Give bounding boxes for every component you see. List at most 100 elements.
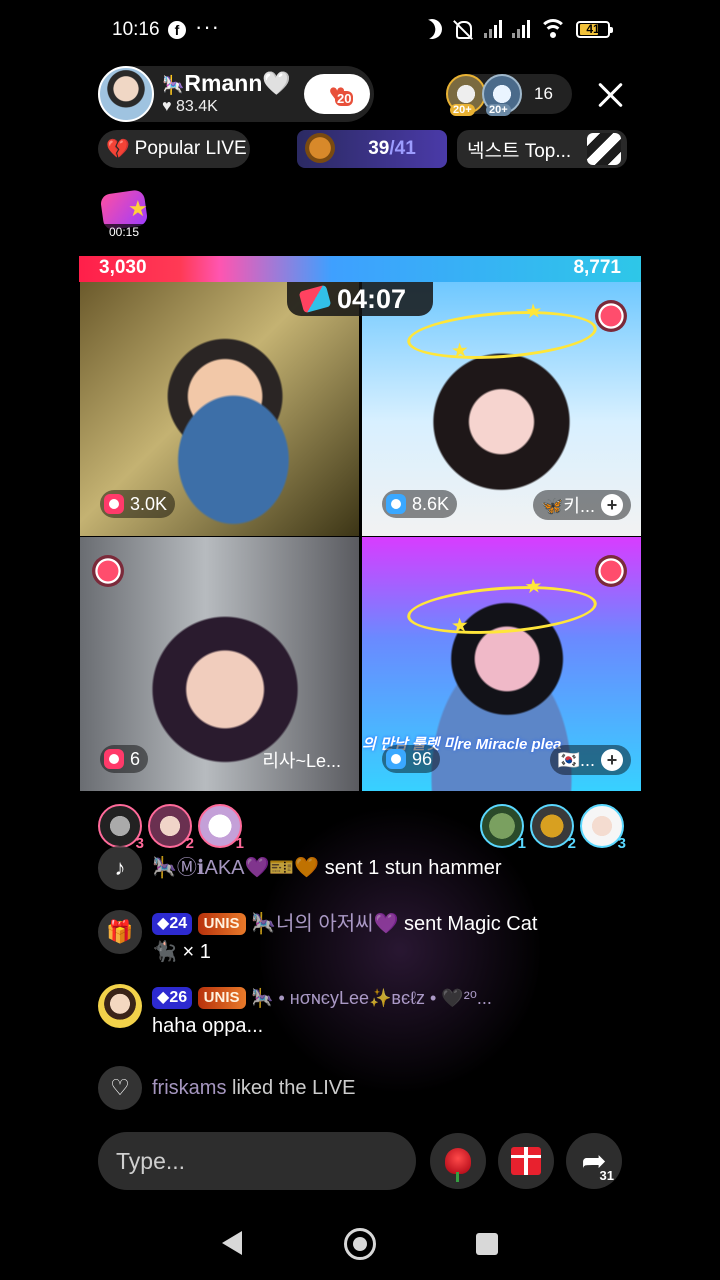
rank-total: /41: [389, 138, 416, 159]
guest-name: 리사~Le...: [262, 751, 341, 771]
signal-icon: [484, 20, 502, 38]
club-badge: UNIS: [197, 913, 246, 935]
top-viewers[interactable]: 20+ 20+ 16: [446, 74, 572, 116]
chat-message[interactable]: ♡ friskams liked the LIVE: [98, 1066, 632, 1110]
host-likes: ♥ 83.4K: [162, 98, 218, 116]
supporter-avatar[interactable]: 2: [530, 804, 576, 852]
level-value: 26: [169, 989, 188, 1006]
rose-gift-button[interactable]: [430, 1133, 486, 1189]
camera-icon: [104, 494, 124, 514]
chat-body: friskams liked the LIVE: [152, 1066, 632, 1110]
guest-tile-3[interactable]: 6 리사~Le...: [80, 537, 359, 791]
chat-message[interactable]: 🎁 ◆24 UNIS 🎠너의 아저씨💜 sent Magic Cat 🐈‍⬛ ×…: [98, 910, 632, 966]
chat-username[interactable]: 🎠너의 아저씨💜: [251, 913, 398, 935]
close-icon[interactable]: [594, 79, 626, 111]
boost-icon[interactable]: [595, 300, 627, 332]
popular-live-chip[interactable]: 💔 Popular LIVE: [98, 130, 250, 168]
recent-apps-icon[interactable]: [476, 1233, 498, 1255]
rank-chip[interactable]: 39/41: [297, 130, 447, 168]
chat-text: liked the LIVE: [232, 1077, 356, 1099]
battle-timer-text: 04:07: [337, 283, 407, 314]
chat-body: 🎠ⓂℹAKA💜🎫🧡 sent 1 stun hammer: [152, 846, 632, 890]
next-top-chip[interactable]: 넥스트 Top...: [457, 130, 627, 168]
guest-tile-2[interactable]: 8.6K 🦋키... +: [362, 282, 641, 536]
guest-tile-1[interactable]: 3.0K: [80, 282, 359, 536]
level-badge: ◆24: [152, 913, 193, 935]
add-guest-icon[interactable]: +: [601, 494, 623, 516]
viewer-badge: 20+: [450, 104, 475, 116]
tile-stat-value: 3.0K: [130, 493, 168, 514]
gift-timer-text: 00:15: [98, 224, 150, 240]
rank-current: 39: [368, 138, 390, 159]
follow-badge: 20: [335, 91, 354, 106]
gift-quantity: × 1: [182, 941, 211, 963]
more-dots-icon: ···: [195, 14, 220, 39]
camera-icon: [386, 749, 406, 769]
camera-icon: [386, 494, 406, 514]
add-guest-icon[interactable]: +: [601, 749, 623, 771]
tile-stat: 6: [100, 745, 149, 773]
guest-tile-4[interactable]: 의 만남 룰렛 미re Miracle plea 96 🇰🇷...+: [362, 537, 641, 791]
halo-effect: [405, 580, 599, 640]
wifi-icon: [540, 19, 566, 39]
lion-rank-icon: [305, 133, 335, 163]
supporter-avatar[interactable]: 2: [148, 804, 194, 852]
host-info[interactable]: 🎠Rmann🤍 ♥ 83.4K ♥20: [98, 66, 374, 122]
viewer-avatar[interactable]: 20+: [482, 74, 522, 116]
viewer-count: 16: [534, 84, 553, 103]
facebook-icon: f: [168, 21, 186, 39]
chat-username[interactable]: 🎠ⓂℹAKA💜🎫🧡: [152, 857, 319, 879]
chat-message[interactable]: ♪ 🎠ⓂℹAKA💜🎫🧡 sent 1 stun hammer: [98, 846, 632, 890]
tile-stat-value: 6: [130, 748, 141, 769]
chat-body: ◆24 UNIS 🎠너의 아저씨💜 sent Magic Cat 🐈‍⬛ × 1: [152, 910, 632, 966]
tile-stat: 8.6K: [382, 490, 458, 518]
viewer-avatar[interactable]: 20+: [446, 74, 486, 116]
gift-button[interactable]: [498, 1133, 554, 1189]
host-name-row: 🎠Rmann🤍: [162, 70, 291, 97]
chat-body: ◆26 UNIS 🎠 • нσɴєуLee✨вєℓz • 🖤²⁰... haha…: [152, 984, 652, 1040]
supporter-avatar[interactable]: 1: [198, 804, 244, 852]
white-heart-icon: 🤍: [262, 70, 292, 96]
right-team-score: 8,771: [573, 257, 621, 278]
share-button[interactable]: ➦ 31: [566, 1133, 622, 1189]
status-bar: 10:16 f ··· 41: [0, 0, 720, 62]
boost-icon[interactable]: [595, 555, 627, 587]
magic-cat-icon: 🐈‍⬛: [152, 941, 183, 963]
follow-button[interactable]: ♥20: [304, 74, 370, 114]
next-top-label: 넥스트 Top...: [467, 140, 572, 162]
gift-timer[interactable]: ★ 00:15: [98, 189, 154, 240]
supporter-avatar[interactable]: 3: [580, 804, 626, 852]
gift-box-icon: [511, 1147, 541, 1175]
host-likes-count: 83.4K: [175, 98, 218, 115]
level-badge: ◆26: [152, 987, 193, 1009]
halo-effect: [405, 305, 599, 365]
fan-heart-icon: ♥20: [322, 80, 354, 108]
camera-icon: [104, 749, 124, 769]
chat-username[interactable]: 🎠 • нσɴєуLee✨вєℓz • 🖤²⁰...: [251, 988, 492, 1008]
guest-name: 🇰🇷...: [557, 749, 595, 770]
boost-icon[interactable]: [92, 555, 124, 587]
status-time: 10:16: [112, 19, 160, 40]
guest-name-tag[interactable]: 🇰🇷... +: [549, 745, 631, 775]
chat-username[interactable]: friskams: [152, 1077, 226, 1099]
chat-message[interactable]: ◆26 UNIS 🎠 • нσɴєуLee✨вєℓz • 🖤²⁰... haha…: [98, 984, 652, 1040]
supporter-avatar[interactable]: 1: [480, 804, 526, 852]
chat-text: sent Magic Cat: [404, 913, 538, 935]
chat-text: sent 1 stun hammer: [324, 857, 502, 879]
tile-stat: 3.0K: [100, 490, 176, 518]
guest-name-tag[interactable]: 🦋키... +: [533, 490, 631, 520]
mute-icon: [452, 18, 474, 40]
club-badge: UNIS: [197, 987, 246, 1009]
level-value: 24: [169, 915, 188, 932]
supporter-avatar[interactable]: 3: [98, 804, 144, 852]
home-nav-icon[interactable]: [344, 1228, 376, 1260]
guest-name-tag[interactable]: 리사~Le...: [254, 745, 349, 775]
host-avatar[interactable]: [98, 66, 154, 122]
back-nav-icon[interactable]: [222, 1231, 242, 1255]
next-icon: [587, 133, 621, 165]
tile-stat-value: 8.6K: [412, 493, 450, 514]
heart-small-icon: ♥: [162, 98, 176, 115]
chat-avatar[interactable]: [98, 984, 142, 1028]
comment-input[interactable]: Type...: [98, 1132, 416, 1190]
orange-heart-icon: 💔: [106, 139, 130, 160]
